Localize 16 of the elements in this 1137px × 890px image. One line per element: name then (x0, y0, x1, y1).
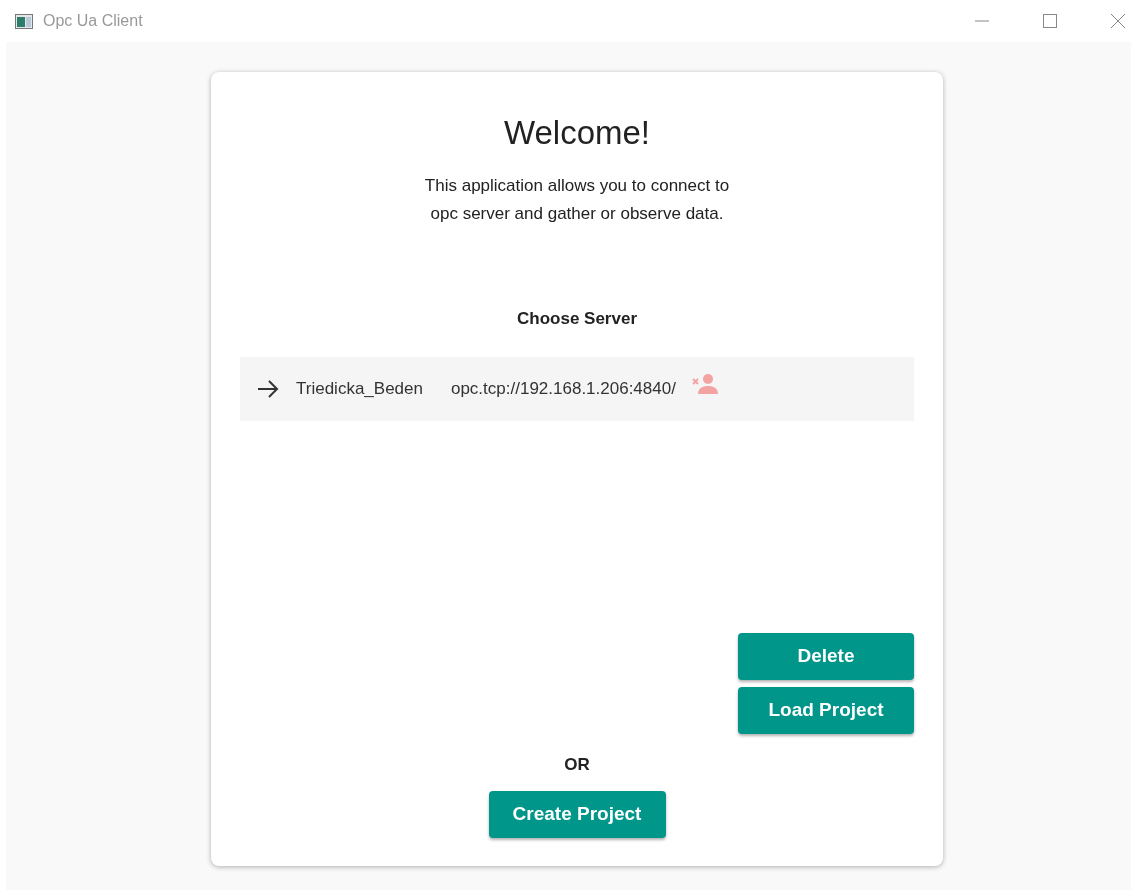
remove-user-icon[interactable] (691, 374, 719, 394)
create-project-button[interactable]: Create Project (488, 791, 666, 838)
arrow-right-icon (257, 380, 279, 398)
server-url: opc.tcp://192.168.1.206:4840/ (450, 378, 676, 401)
app-icon (15, 13, 33, 29)
server-name: Triedicka_Beden (296, 378, 423, 401)
action-button[interactable]: Load Project (738, 686, 914, 734)
welcome-heading: Welcome! (503, 113, 651, 153)
description-text: This application allows you to connect to opc server and gather or observe data. (424, 174, 730, 225)
close-icon[interactable] (1111, 14, 1125, 28)
action-button[interactable]: Delete (738, 632, 914, 680)
server-row[interactable]: Triedicka_Beden opc.tcp://192.168.1.206:4840/ (240, 357, 914, 421)
window-title: Opc Ua Client (43, 11, 143, 31)
list-title: Choose Server (517, 307, 637, 330)
maximize-icon[interactable] (1043, 14, 1057, 28)
or-separator: OR (564, 753, 590, 776)
